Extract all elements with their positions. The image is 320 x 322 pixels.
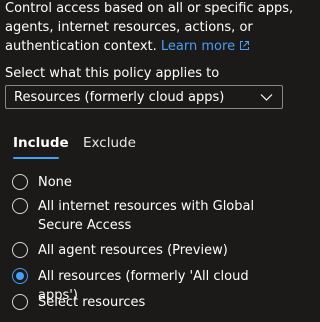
applies-to-selected-value: Resources (formerly cloud apps) (14, 90, 225, 105)
radio-button-all-internet-resources[interactable] (12, 198, 28, 214)
learn-more-link[interactable]: Learn more (161, 39, 250, 54)
radio-button-none[interactable] (12, 174, 28, 190)
external-link-icon (240, 41, 250, 50)
applies-to-dropdown[interactable]: Resources (formerly cloud apps) (5, 85, 283, 109)
option-select-resources-label: Select resources (38, 295, 146, 310)
option-all-agent-resources-label: All agent resources (Preview) (38, 243, 228, 258)
learn-more-label: Learn more (160, 39, 236, 54)
chevron-down-icon (260, 94, 273, 101)
option-all-internet-resources-label: All internet resources with Global Secur… (38, 199, 255, 233)
radio-button-select-resources[interactable] (12, 294, 28, 310)
applies-to-label: Select what this policy applies to (5, 66, 220, 81)
radio-button-all-resources[interactable] (12, 268, 28, 284)
tab-include[interactable]: Include (13, 133, 69, 153)
radio-button-all-agent-resources[interactable] (12, 242, 28, 258)
option-none-label: None (38, 175, 72, 190)
policy-applies-to-panel: Control access based on all or specific … (0, 0, 300, 322)
selected-tab-indicator (13, 157, 59, 159)
description-text: Control access based on all or specific … (5, 0, 295, 56)
tab-exclude[interactable]: Exclude (83, 133, 136, 153)
